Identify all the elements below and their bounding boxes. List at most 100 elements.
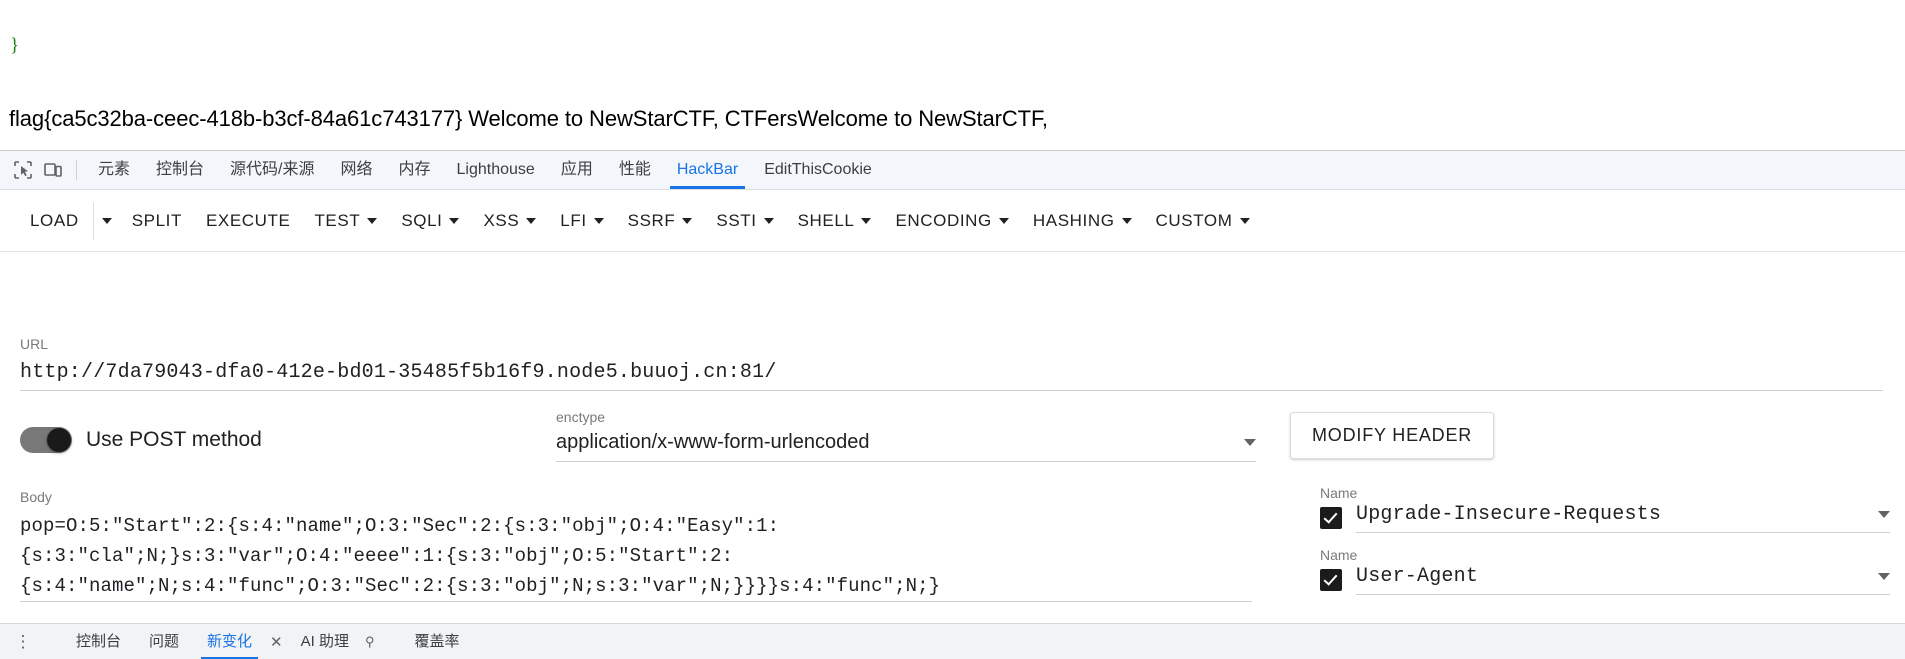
hackbar-test-label: TEST xyxy=(314,210,361,230)
drawer-tab-coverage[interactable]: 覆盖率 xyxy=(401,625,474,659)
hackbar-hashing-button[interactable]: HASHING xyxy=(1021,202,1144,240)
drawer-tab-issues[interactable]: 问题 xyxy=(135,625,193,659)
chevron-down-icon xyxy=(1878,573,1890,580)
hackbar-encoding-button[interactable]: ENCODING xyxy=(883,202,1020,240)
hackbar-encoding-label: ENCODING xyxy=(895,210,992,230)
hackbar-lfi-label: LFI xyxy=(560,210,587,230)
device-toolbar-icon[interactable] xyxy=(38,156,68,184)
hackbar-load-button[interactable]: LOAD xyxy=(18,202,91,240)
hackbar-ssti-button[interactable]: SSTI xyxy=(704,202,785,240)
hackbar-xss-button[interactable]: XSS xyxy=(471,202,548,240)
chevron-down-icon xyxy=(861,217,872,224)
toolbar-divider xyxy=(76,160,77,180)
body-textarea[interactable]: pop=O:5:"Start":2:{s:4:"name";O:3:"Sec":… xyxy=(20,505,1252,601)
web-page-content: } if(isset($_POST['pop'])){ unserialize(… xyxy=(0,0,1905,150)
header-row: Name Upgrade-Insecure-Requests xyxy=(1320,485,1890,533)
tab-lighthouse[interactable]: Lighthouse xyxy=(444,151,548,189)
enctype-label: enctype xyxy=(556,409,606,425)
hackbar-test-button[interactable]: TEST xyxy=(302,202,389,240)
chevron-down-icon xyxy=(101,217,112,224)
header-name-select[interactable]: User-Agent xyxy=(1356,565,1890,595)
header-row: Name User-Agent xyxy=(1320,547,1890,595)
chevron-down-icon xyxy=(367,217,378,224)
drawer-tab-ai-assistant[interactable]: AI 助理 xyxy=(287,625,363,659)
url-field-group: URL http://7da79043-dfa0-412e-bd01-35485… xyxy=(20,336,1883,391)
hackbar-load-dropdown[interactable] xyxy=(92,201,120,240)
use-post-method-label: Use POST method xyxy=(86,428,262,451)
tab-elements[interactable]: 元素 xyxy=(85,151,143,189)
modify-header-button[interactable]: MODIFY HEADER xyxy=(1290,412,1495,459)
devtools-panel: 元素 控制台 源代码/来源 网络 内存 Lighthouse 应用 性能 Hac… xyxy=(0,150,1905,659)
header-name-select[interactable]: Upgrade-Insecure-Requests xyxy=(1356,503,1890,533)
hackbar-sqli-button[interactable]: SQLI xyxy=(389,202,471,240)
body-field-group: Body pop=O:5:"Start":2:{s:4:"name";O:3:"… xyxy=(20,489,1252,602)
header-enabled-checkbox[interactable] xyxy=(1320,507,1342,529)
header-name-label: Name xyxy=(1320,547,1358,563)
header-list: Name Upgrade-Insecure-Requests Name User… xyxy=(1320,485,1890,595)
enctype-selected-value: application/x-www-form-urlencoded xyxy=(556,431,870,453)
body-line-3: {s:4:"name";N;s:4:"func";O:3:"Sec":2:{s:… xyxy=(20,575,941,597)
flag-output-text: flag{ca5c32ba-ceec-418b-b3cf-84a61c74317… xyxy=(9,106,1048,131)
header-row-inner: User-Agent xyxy=(1320,565,1890,595)
header-enabled-checkbox[interactable] xyxy=(1320,569,1342,591)
more-vertical-icon[interactable]: ⋮ xyxy=(10,633,36,650)
hackbar-hashing-label: HASHING xyxy=(1032,210,1115,230)
hackbar-sqli-label: SQLI xyxy=(401,210,443,230)
tab-network[interactable]: 网络 xyxy=(327,151,385,189)
hackbar-toolbar: LOAD SPLIT EXECUTE TEST SQLI XSS LFI SSR… xyxy=(0,190,1905,252)
chevron-down-icon xyxy=(998,217,1009,224)
devtools-drawer-bar: ⋮ 控制台 问题 新变化 ✕ AI 助理 ⚲ 覆盖率 xyxy=(0,623,1905,659)
inspect-element-icon[interactable] xyxy=(8,156,38,184)
chevron-down-icon xyxy=(1244,439,1256,446)
drawer-tab-whats-new[interactable]: 新变化 xyxy=(193,625,266,659)
url-input[interactable]: http://7da79043-dfa0-412e-bd01-35485f5b1… xyxy=(20,352,1883,390)
chevron-down-icon xyxy=(449,217,460,224)
close-icon[interactable]: ✕ xyxy=(266,633,287,651)
toggle-knob xyxy=(47,428,71,452)
post-method-toggle-row: Use POST method xyxy=(20,427,262,453)
header-panel: MODIFY HEADER Name Upgrade-Insecure-Requ… xyxy=(1290,412,1890,609)
header-row-inner: Upgrade-Insecure-Requests xyxy=(1320,503,1890,533)
chevron-down-icon xyxy=(1121,217,1132,224)
tab-hackbar[interactable]: HackBar xyxy=(664,151,751,189)
body-label: Body xyxy=(20,489,52,505)
hackbar-ssrf-button[interactable]: SSRF xyxy=(616,202,705,240)
tab-performance[interactable]: 性能 xyxy=(606,151,664,189)
chevron-down-icon xyxy=(593,217,604,224)
enctype-select[interactable]: application/x-www-form-urlencoded xyxy=(556,425,1256,461)
ai-assistant-icon: ⚲ xyxy=(364,633,375,649)
hackbar-split-button[interactable]: SPLIT xyxy=(120,202,194,240)
body-line-2: {s:3:"cla";N;}s:3:"var";O:4:"eeee":1:{s:… xyxy=(20,545,734,567)
header-name-value: User-Agent xyxy=(1356,565,1479,588)
enctype-underline xyxy=(556,461,1256,462)
chevron-down-icon xyxy=(763,217,774,224)
hackbar-shell-button[interactable]: SHELL xyxy=(786,202,884,240)
hackbar-custom-label: CUSTOM xyxy=(1155,210,1233,230)
tab-console[interactable]: 控制台 xyxy=(143,151,217,189)
chevron-down-icon xyxy=(1239,217,1250,224)
tab-application[interactable]: 应用 xyxy=(548,151,606,189)
header-name-label: Name xyxy=(1320,485,1358,501)
body-line-1: pop=O:5:"Start":2:{s:4:"name";O:3:"Sec":… xyxy=(20,515,780,537)
tab-editthiscookie[interactable]: EditThisCookie xyxy=(751,151,885,189)
tab-memory[interactable]: 内存 xyxy=(386,151,444,189)
hackbar-execute-button[interactable]: EXECUTE xyxy=(194,202,303,240)
devtools-tab-bar: 元素 控制台 源代码/来源 网络 内存 Lighthouse 应用 性能 Hac… xyxy=(0,151,1905,190)
chevron-down-icon xyxy=(1878,511,1890,518)
hackbar-ssti-label: SSTI xyxy=(716,210,757,230)
url-label: URL xyxy=(20,336,49,352)
code-line-0: } xyxy=(10,35,20,56)
chevron-down-icon xyxy=(682,217,693,224)
hackbar-shell-label: SHELL xyxy=(797,210,855,230)
hackbar-custom-button[interactable]: CUSTOM xyxy=(1144,202,1262,240)
drawer-tab-console[interactable]: 控制台 xyxy=(62,625,135,659)
hackbar-ssrf-label: SSRF xyxy=(627,210,676,230)
enctype-field-group: enctype application/x-www-form-urlencode… xyxy=(556,409,1256,462)
chevron-down-icon xyxy=(526,217,537,224)
hackbar-xss-label: XSS xyxy=(483,210,520,230)
tab-sources[interactable]: 源代码/来源 xyxy=(217,151,327,189)
body-underline xyxy=(20,601,1252,602)
use-post-method-toggle[interactable] xyxy=(20,427,72,453)
hackbar-lfi-button[interactable]: LFI xyxy=(548,202,615,240)
url-underline xyxy=(20,390,1883,391)
